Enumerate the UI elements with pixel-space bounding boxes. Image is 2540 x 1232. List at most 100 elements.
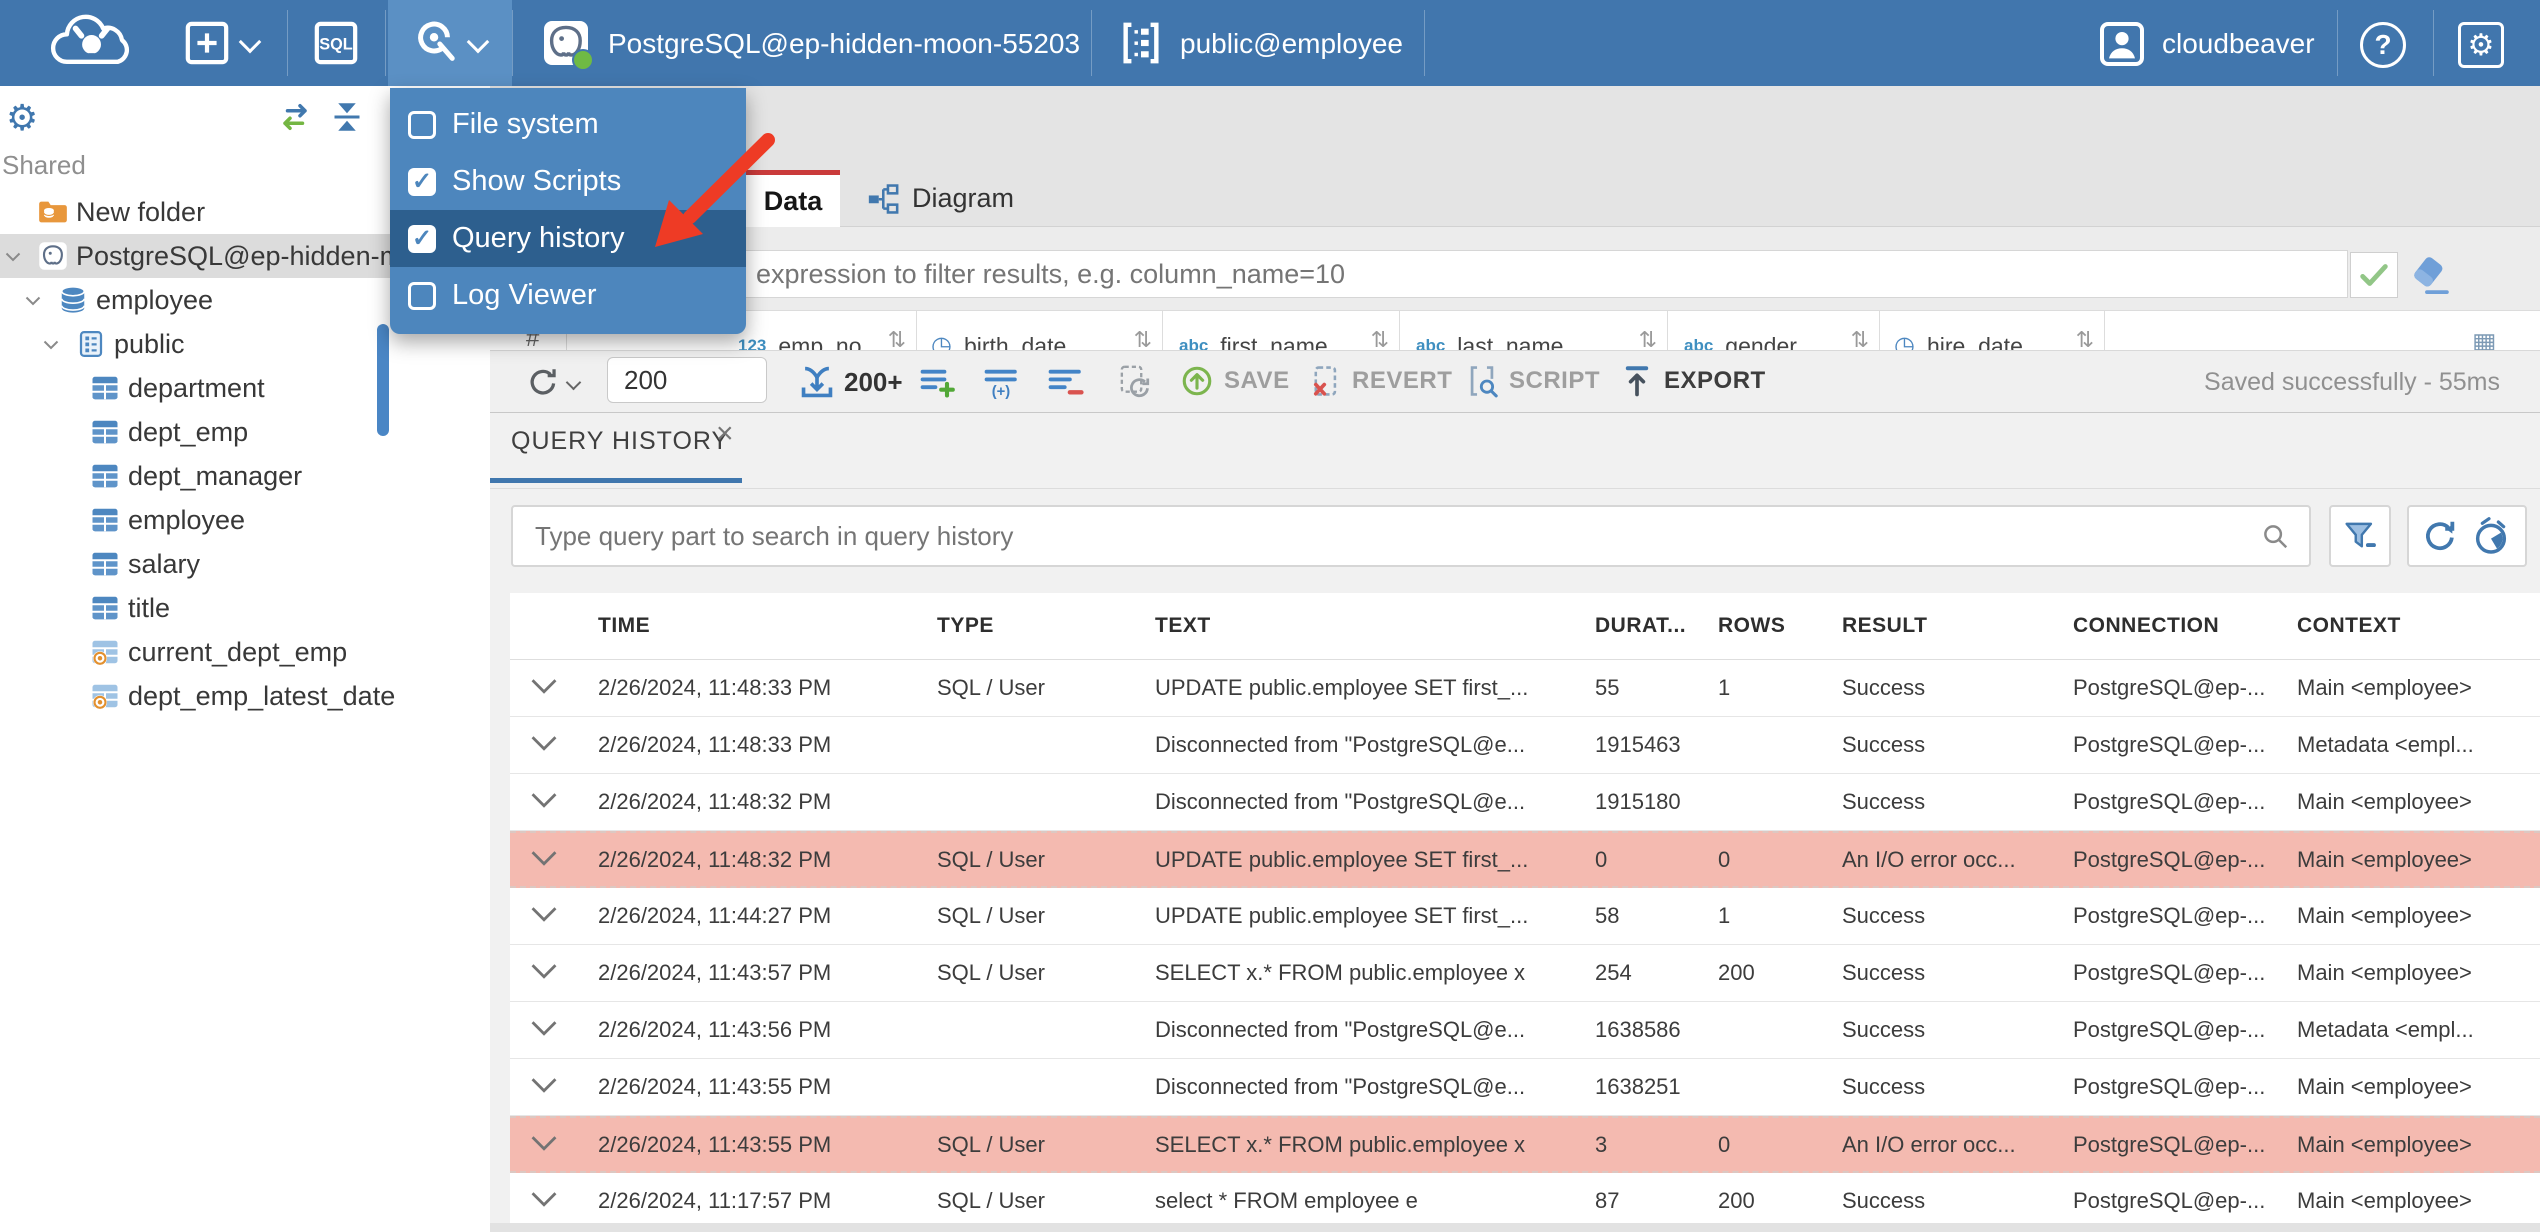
menu-item[interactable]: ✓ Query history (390, 210, 746, 267)
tree-item[interactable]: dept_manager (0, 454, 490, 498)
sql-editor-button[interactable]: SQL (312, 20, 360, 66)
sort-icon[interactable]: ⇅ (1851, 327, 1869, 350)
add-row-icon[interactable] (920, 365, 956, 399)
expand-row-icon[interactable] (530, 1132, 558, 1151)
collapse-all-icon[interactable] (330, 102, 364, 132)
tree-item[interactable]: salary (0, 542, 490, 586)
grid-column-header[interactable]: ◷ hire_date ⇅ (1880, 311, 2105, 350)
refresh-chevron-icon[interactable] (565, 374, 582, 391)
expand-row-icon[interactable] (530, 675, 558, 694)
user-avatar-icon[interactable] (2098, 20, 2146, 68)
tree-item[interactable]: dept_emp (0, 410, 490, 454)
sync-connection-icon[interactable] (276, 102, 314, 132)
revert-button[interactable]: REVERT (1308, 364, 1452, 398)
script-button[interactable]: SCRIPT (1465, 364, 1600, 398)
close-panel-icon[interactable]: × (716, 419, 734, 449)
sort-icon[interactable]: ⇅ (2076, 327, 2094, 350)
result-filter-input[interactable] (510, 250, 2348, 298)
checkbox-icon[interactable] (408, 281, 436, 310)
navigator-settings-gear-icon[interactable]: ⚙ (6, 100, 38, 136)
checkbox-icon[interactable] (408, 110, 436, 139)
expand-row-icon[interactable] (530, 960, 558, 979)
grid-column-header[interactable]: abc last_name ⇅ (1400, 311, 1668, 350)
export-button[interactable]: EXPORT (1620, 364, 1766, 398)
panel-horizontal-scrollbar[interactable] (490, 1223, 2540, 1232)
expand-row-icon[interactable] (530, 847, 558, 866)
expand-row-icon[interactable] (530, 1188, 558, 1207)
menu-item[interactable]: Log Viewer (390, 267, 746, 324)
grid-column-header[interactable]: 123 emp_no ⇅ (722, 311, 917, 350)
checkbox-icon[interactable]: ✓ (408, 224, 436, 253)
tree-item[interactable]: department (0, 366, 490, 410)
tree-item[interactable]: dept_emp_latest_date (0, 674, 490, 718)
new-object-chevron-icon[interactable] (238, 30, 262, 54)
tree-scrollbar-thumb[interactable] (377, 324, 389, 436)
sort-icon[interactable]: ⇅ (1134, 327, 1152, 350)
col-connection[interactable]: CONNECTION (2073, 614, 2297, 638)
tree-expand-chevron-icon[interactable] (43, 337, 59, 355)
history-auto-refresh-button[interactable] (2407, 505, 2527, 567)
col-context[interactable]: CONTEXT (2297, 614, 2540, 638)
query-history-row[interactable]: 2/26/2024, 11:43:55 PM Disconnected from… (510, 1059, 2540, 1116)
connection-selector[interactable]: PostgreSQL@ep-hidden-moon-55203 (608, 28, 1080, 60)
tree-item[interactable]: employee (0, 498, 490, 542)
col-type[interactable]: TYPE (937, 614, 1155, 638)
query-history-row[interactable]: 2/26/2024, 11:43:57 PM SQL / User SELECT… (510, 945, 2540, 1002)
sort-icon[interactable]: ⇅ (1371, 327, 1389, 350)
query-history-row[interactable]: 2/26/2024, 11:48:33 PM SQL / User UPDATE… (510, 660, 2540, 717)
sort-icon[interactable]: ⇅ (888, 327, 906, 350)
user-menu[interactable]: cloudbeaver (2162, 28, 2315, 60)
checkbox-icon[interactable]: ✓ (408, 167, 436, 196)
grid-config-icon[interactable]: ▦ (2472, 327, 2497, 350)
tools-button[interactable] (412, 20, 458, 66)
grid-column-header[interactable]: abc gender ⇅ (1668, 311, 1880, 350)
query-history-row[interactable]: 2/26/2024, 11:17:57 PM SQL / User select… (510, 1173, 2540, 1223)
tab-diagram[interactable]: Diagram (848, 170, 1032, 227)
catalog-selector[interactable]: public@employee (1180, 28, 1403, 60)
expand-row-icon[interactable] (530, 1017, 558, 1036)
query-history-row[interactable]: 2/26/2024, 11:48:32 PM Disconnected from… (510, 774, 2540, 831)
menu-item[interactable]: ✓ Show Scripts (390, 153, 746, 210)
column-name: birth_date (963, 332, 1067, 351)
tab-data[interactable]: Data (746, 170, 840, 227)
save-button[interactable]: SAVE (1180, 364, 1290, 398)
row-limit-input[interactable] (607, 357, 767, 403)
col-text[interactable]: TEXT (1155, 614, 1595, 638)
grid-column-header[interactable]: ◷ birth_date ⇅ (917, 311, 1163, 350)
col-duration[interactable]: DURAT... (1595, 614, 1718, 638)
tree-item[interactable]: current_dept_emp (0, 630, 490, 674)
fetch-more-button[interactable]: 200+ (798, 363, 903, 401)
clock-icon: ◷ (1894, 331, 1915, 351)
refresh-icon[interactable] (526, 365, 560, 399)
new-object-button[interactable] (184, 20, 230, 66)
expand-row-icon[interactable] (530, 789, 558, 808)
query-history-search-input[interactable] (511, 505, 2311, 567)
menu-item-label: Log Viewer (452, 279, 597, 311)
sort-icon[interactable]: ⇅ (1639, 327, 1657, 350)
grid-column-header[interactable]: abc first_name ⇅ (1163, 311, 1400, 350)
query-history-row[interactable]: 2/26/2024, 11:48:33 PM Disconnected from… (510, 717, 2540, 774)
duplicate-row-icon[interactable]: (+) (984, 365, 1020, 400)
tree-item[interactable]: title (0, 586, 490, 630)
query-history-row[interactable]: 2/26/2024, 11:43:56 PM Disconnected from… (510, 1002, 2540, 1059)
col-time[interactable]: TIME (598, 614, 937, 638)
tree-expand-chevron-icon[interactable] (5, 249, 21, 267)
col-result[interactable]: RESULT (1842, 614, 2073, 638)
query-history-tab[interactable]: QUERY HISTORY (511, 427, 729, 456)
apply-filter-button[interactable] (2350, 252, 2398, 298)
settings-button[interactable]: ⚙ (2458, 22, 2504, 68)
query-history-row[interactable]: 2/26/2024, 11:43:55 PM SQL / User SELECT… (510, 1116, 2540, 1173)
expand-row-icon[interactable] (530, 903, 558, 922)
tree-expand-chevron-icon[interactable] (25, 293, 41, 311)
eraser-icon[interactable] (2408, 256, 2452, 296)
help-button[interactable]: ? (2360, 22, 2406, 68)
history-filter-button[interactable] (2329, 505, 2391, 567)
query-history-row[interactable]: 2/26/2024, 11:44:27 PM SQL / User UPDATE… (510, 888, 2540, 945)
expand-row-icon[interactable] (530, 732, 558, 751)
col-rows[interactable]: ROWS (1718, 614, 1842, 638)
delete-row-icon[interactable] (1048, 365, 1084, 399)
expand-row-icon[interactable] (530, 1074, 558, 1093)
menu-item[interactable]: File system (390, 96, 746, 153)
query-history-row[interactable]: 2/26/2024, 11:48:32 PM SQL / User UPDATE… (510, 831, 2540, 888)
auto-refresh-icon[interactable] (1118, 364, 1152, 400)
